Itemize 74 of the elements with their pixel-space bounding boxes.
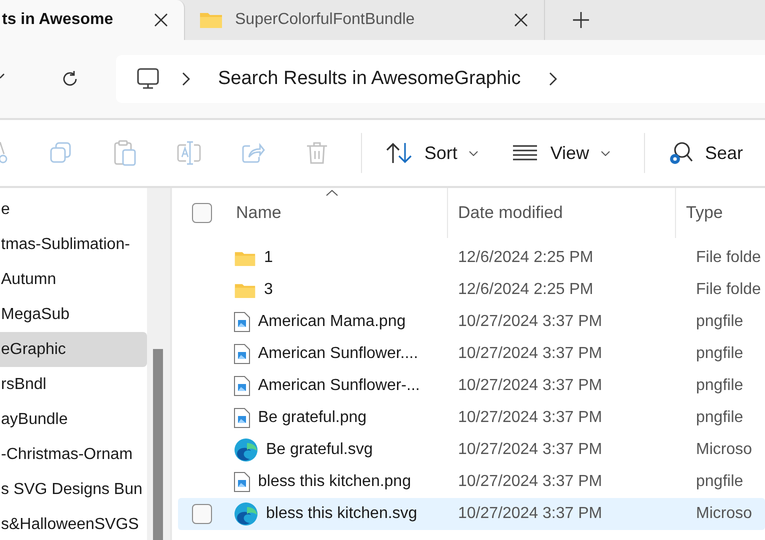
sort-button[interactable]: Sort [374, 136, 490, 170]
folder-tree-item[interactable]: Autumn [0, 262, 147, 297]
file-name[interactable]: American Mama.png [258, 313, 406, 331]
breadcrumb[interactable]: Search Results in AwesomeGraphic [218, 68, 521, 90]
file-name[interactable]: Be grateful.svg [266, 441, 373, 459]
file-type: pngfile [695, 345, 744, 363]
image-file-icon [234, 344, 250, 364]
scrollbar-thumb[interactable] [153, 349, 163, 540]
edge-browser-icon [234, 502, 258, 526]
folder-tree-item[interactable]: tmas-Sublimation- [0, 227, 147, 262]
file-name[interactable]: 3 [264, 281, 273, 299]
date-modified: 10/27/2024 3:37 PM [457, 345, 604, 363]
caret-icon [601, 150, 610, 156]
selected-file-row[interactable]: bless this kitchen.svg 10/27/2024 3:37 PM Microso [178, 498, 765, 530]
image-file-icon [234, 472, 250, 492]
date-modified: 10/27/2024 3:37 PM [457, 505, 604, 523]
file-type: Microso [695, 505, 752, 523]
file-name[interactable]: bless this kitchen.svg [266, 505, 418, 523]
date-modified: 10/27/2024 3:37 PM [457, 377, 604, 395]
folder-icon [199, 11, 223, 29]
file-name[interactable]: 1 [264, 249, 273, 267]
monitor-icon [136, 67, 160, 91]
folder-tree-item[interactable]: MegaSub [0, 297, 147, 332]
close-icon[interactable] [514, 13, 528, 27]
tab-label: SuperColorfulFontBundle [235, 11, 416, 29]
sort-up-icon [326, 190, 338, 196]
folder-tree-item[interactable]: s SVG Designs Bun [0, 472, 147, 507]
address-bar[interactable]: Search Results in AwesomeGraphic [116, 55, 765, 103]
tab-label: ts in Awesome [2, 11, 114, 29]
file-type: Microso [695, 441, 752, 459]
tab[interactable]: ts in Awesome [0, 0, 185, 40]
file-type: File folde [695, 249, 761, 267]
column-header[interactable]: Date modified [448, 188, 676, 238]
row-checkbox[interactable] [192, 504, 212, 524]
folder-tree-item[interactable]: e [0, 192, 147, 227]
folder-tree-item[interactable]: s&HalloweenSVGS [0, 507, 147, 540]
chevron-icon [182, 72, 190, 86]
new-tab-icon[interactable] [573, 12, 589, 28]
date-modified: 10/27/2024 3:37 PM [457, 441, 604, 459]
folder-icon [234, 250, 256, 266]
file-type: pngfile [695, 313, 744, 331]
file-type: pngfile [695, 377, 744, 395]
edge-browser-icon [234, 438, 258, 462]
file-name[interactable]: bless this kitchen.png [258, 473, 411, 491]
file-name[interactable]: American Sunflower.... [258, 345, 418, 363]
image-file-icon [234, 408, 250, 428]
date-modified: 10/27/2024 3:37 PM [457, 313, 604, 331]
search-gear-icon [668, 141, 693, 165]
column-header[interactable]: Type [676, 188, 723, 238]
file-type: File folde [695, 281, 761, 299]
folder-tree-item[interactable]: -Christmas-Ornam [0, 437, 147, 472]
date-modified: 12/6/2024 2:25 PM [457, 281, 594, 299]
date-modified: 10/27/2024 3:37 PM [457, 473, 604, 491]
view-button[interactable]: View [500, 136, 622, 170]
sort-arrows-icon [386, 142, 412, 164]
caret-icon [469, 150, 478, 156]
lines-icon [512, 145, 538, 161]
date-modified: 12/6/2024 2:25 PM [457, 249, 594, 267]
chevron-icon [548, 72, 557, 86]
file-type: pngfile [695, 473, 744, 491]
file-name[interactable]: American Sunflower-... [258, 377, 420, 395]
select-all-checkbox[interactable] [192, 203, 212, 223]
close-icon[interactable] [154, 13, 168, 27]
image-file-icon [234, 312, 250, 332]
column-header[interactable]: Name [226, 188, 448, 238]
search-button[interactable]: Sear [656, 135, 755, 171]
file-name[interactable]: Be grateful.png [258, 409, 367, 427]
folder-tree-item[interactable]: rsBndl [0, 367, 147, 402]
folder-tree-item[interactable]: eGraphic [0, 332, 147, 367]
folder-tree-item[interactable]: ayBundle [0, 402, 147, 437]
folder-icon [234, 282, 256, 298]
date-modified: 10/27/2024 3:37 PM [457, 409, 604, 427]
file-type: pngfile [695, 409, 744, 427]
image-file-icon [234, 376, 250, 396]
